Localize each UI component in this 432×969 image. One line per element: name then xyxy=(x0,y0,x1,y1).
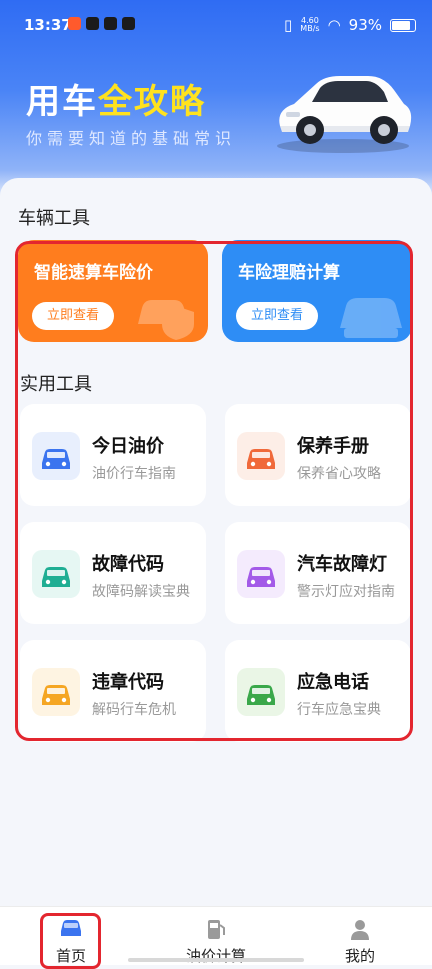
user-profile-icon xyxy=(351,920,369,940)
wifi-icon: ◠ xyxy=(327,16,341,34)
car-illustration xyxy=(277,76,412,153)
status-time: 13:37 xyxy=(24,16,72,34)
title-part1: 用车 xyxy=(26,82,98,122)
fuel-pump-icon xyxy=(208,920,225,939)
page-subtitle: 你需要知道的基础常识 xyxy=(26,129,237,148)
message-app-icon xyxy=(122,17,135,30)
app-notification-icon xyxy=(68,17,81,30)
tab-label: 油价计算 xyxy=(185,947,246,965)
status-right: ▯ 4.60 MB/s ◠ 93% xyxy=(284,16,416,34)
page-title: 用车全攻略 xyxy=(26,74,206,123)
tab-label: 我的 xyxy=(344,947,375,965)
gesture-bar xyxy=(128,958,304,962)
tab-fuel-calc[interactable]: 油价计算 xyxy=(166,907,266,965)
battery-icon xyxy=(390,18,416,32)
battery-percent: 93% xyxy=(348,16,382,34)
net-speed: 4.60 MB/s xyxy=(300,16,320,33)
video-app-icon xyxy=(86,17,99,30)
notification-icons xyxy=(68,17,135,30)
vibrate-icon: ▯ xyxy=(284,16,293,34)
section-title-vehicle-tools: 车辆工具 xyxy=(18,208,90,229)
link-app-icon xyxy=(104,17,117,30)
highlight-box-home-tab xyxy=(40,913,101,969)
title-highlight: 全攻略 xyxy=(98,82,206,122)
tab-profile[interactable]: 我的 xyxy=(310,907,410,965)
highlight-box-tools xyxy=(15,241,413,741)
status-bar: 13:37 ▯ 4.60 MB/s ◠ 93% xyxy=(0,0,432,50)
